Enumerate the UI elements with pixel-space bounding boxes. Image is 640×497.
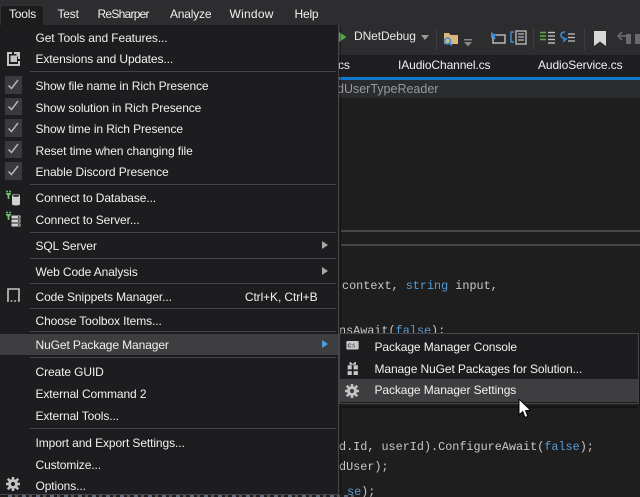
svg-text:C:\: C:\ [347,343,355,349]
